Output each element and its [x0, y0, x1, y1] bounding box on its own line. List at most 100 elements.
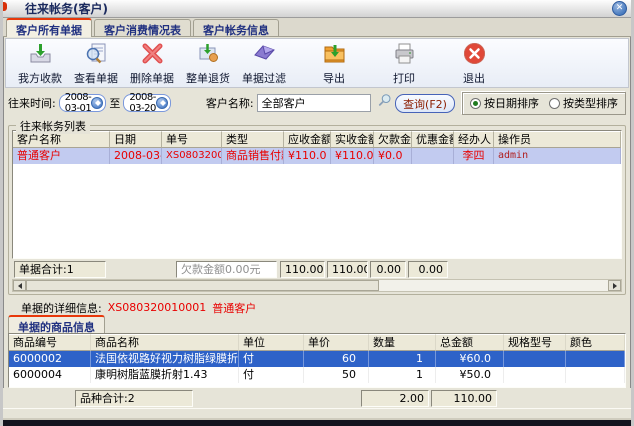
sort-by-date-label: 按日期排序	[484, 95, 539, 111]
col-header[interactable]: 类型	[222, 131, 284, 148]
products-table: 商品编号 商品名称 单位 单价 数量 总金额 规格型号 颜色 6000002 法…	[8, 333, 626, 388]
table-row[interactable]: 6000004 康明树脂蓝膜折射1.43 付 50 1 ¥50.0	[9, 367, 625, 383]
view-document-icon	[84, 41, 109, 69]
cell-unit-price: 50	[304, 367, 369, 383]
scrollbar-thumb[interactable]	[26, 280, 379, 291]
col-header[interactable]: 日期	[110, 131, 162, 148]
cell-unit: 付	[239, 351, 304, 367]
app-window: 往来帐务(客户) ✕ 客户所有单据 客户消费情况表 客户帐务信息 我方收款 查看…	[0, 0, 634, 426]
sort-by-date-radio[interactable]: 按日期排序	[470, 95, 539, 111]
scroll-right-arrow-icon[interactable]	[608, 280, 621, 291]
col-header[interactable]: 总金额	[436, 334, 504, 351]
col-header[interactable]: 应收金额	[284, 131, 331, 148]
col-header[interactable]: 单位	[239, 334, 304, 351]
col-header[interactable]: 规格型号	[504, 334, 566, 351]
toolbar-label: 退出	[463, 70, 485, 86]
cell-type: 商品销售付款	[222, 148, 284, 164]
toolbar-label: 我方收款	[18, 70, 62, 86]
tab-customer-consumption[interactable]: 客户消费情况表	[94, 19, 191, 36]
col-header[interactable]: 单价	[304, 334, 369, 351]
tab-customer-account-info[interactable]: 客户帐务信息	[193, 19, 279, 36]
products-table-empty-area	[9, 383, 625, 387]
date-from-field[interactable]: 2008-03-01	[59, 94, 107, 112]
tab-document-products[interactable]: 单据的商品信息	[8, 315, 105, 334]
filter-documents-icon	[252, 41, 277, 69]
toolbar-label: 整单退货	[186, 70, 230, 86]
total-quantity: 2.00	[361, 390, 429, 407]
col-header[interactable]: 商品名称	[91, 334, 239, 351]
exit-icon	[462, 41, 487, 69]
toolbar-label: 导出	[323, 70, 345, 86]
export-button[interactable]: 导出	[306, 41, 362, 86]
search-icon[interactable]	[377, 93, 392, 113]
time-range-label: 往来时间:	[8, 95, 56, 111]
table-row-selected[interactable]: 普通客户 2008-03-20 XS080320010001 商品销售付款 ¥1…	[13, 148, 621, 164]
receive-payment-button[interactable]: 我方收款	[12, 41, 68, 86]
toolbar-label: 单据过滤	[242, 70, 286, 86]
cell-unit: 付	[239, 367, 304, 383]
col-header[interactable]: 商品编号	[9, 334, 91, 351]
cell-discount	[412, 148, 454, 164]
doc-count-total: 单据合计:1	[14, 261, 106, 278]
return-goods-icon	[196, 41, 221, 69]
accounts-table-empty-area	[13, 164, 621, 258]
col-header[interactable]: 实收金额	[331, 131, 374, 148]
close-button[interactable]: ✕	[612, 1, 627, 16]
scrollbar-trough[interactable]	[379, 280, 608, 291]
debt-amount-text: 欠款金额0.00元	[176, 261, 277, 278]
tab-customer-documents[interactable]: 客户所有单据	[6, 18, 92, 37]
cell-spec	[504, 351, 566, 367]
cell-amount: ¥60.0	[436, 351, 504, 367]
view-document-button[interactable]: 查看单据	[68, 41, 124, 86]
sort-options-group: 按日期排序 按类型排序	[462, 92, 626, 115]
detail-tabstrip: 单据的商品信息	[3, 316, 631, 333]
toolbar: 我方收款 查看单据 删除单据 整单退货 单据过滤 导出 打印 退出	[5, 38, 629, 88]
radio-dot-icon	[549, 98, 560, 109]
receive-payment-icon	[28, 41, 53, 69]
detail-doc-no: XS080320010001	[108, 301, 207, 314]
filter-documents-button[interactable]: 单据过滤	[236, 41, 292, 86]
table-row-selected[interactable]: 6000002 法国依视路好视力树脂绿膜折射1.5 付 60 1 ¥60.0	[9, 351, 625, 367]
col-header[interactable]: 欠款金额	[374, 131, 412, 148]
date-from-value: 2008-03-01	[65, 92, 92, 114]
scroll-left-arrow-icon[interactable]	[13, 280, 26, 291]
cell-spec	[504, 367, 566, 383]
toolbar-label: 删除单据	[130, 70, 174, 86]
total-owed: 0.00	[370, 261, 406, 278]
date-spinner-icon[interactable]	[91, 97, 103, 109]
col-header[interactable]: 优惠金额	[412, 131, 454, 148]
cell-product-name: 法国依视路好视力树脂绿膜折射1.5	[91, 351, 239, 367]
col-header[interactable]: 经办人	[454, 131, 494, 148]
skin-decoration	[0, 2, 7, 11]
accounts-header-row: 客户名称 日期 单号 类型 应收金额 实收金额 欠款金额 优惠金额 经办人 操作…	[13, 131, 621, 148]
cell-product-name: 康明树脂蓝膜折射1.43	[91, 367, 239, 383]
query-button[interactable]: 查询(F2)	[395, 94, 455, 113]
filter-bar: 往来时间: 2008-03-01 至 2008-03-20 客户名称: 查询(F…	[3, 89, 631, 117]
radio-dot-icon	[470, 98, 481, 109]
products-summary-strip: 品种合计:2 2.00 110.00	[3, 388, 631, 408]
col-header[interactable]: 数量	[369, 334, 436, 351]
accounts-group-title: 往来帐务列表	[16, 118, 90, 134]
return-goods-button[interactable]: 整单退货	[180, 41, 236, 86]
window-shadow-band	[3, 420, 631, 426]
cell-product-code: 6000002	[9, 351, 91, 367]
detail-customer: 普通客户	[212, 300, 256, 316]
accounts-summary-strip: 单据合计:1 欠款金额0.00元 110.00 110.00 0.00 0.00	[9, 259, 625, 279]
window-bottom-edge	[3, 408, 631, 420]
main-tabstrip: 客户所有单据 客户消费情况表 客户帐务信息	[3, 18, 631, 37]
cell-handler: 李四	[454, 148, 494, 164]
col-header[interactable]: 单号	[162, 131, 222, 148]
toolbar-label: 查看单据	[74, 70, 118, 86]
horizontal-scrollbar[interactable]	[12, 279, 622, 292]
sort-by-type-radio[interactable]: 按类型排序	[549, 95, 618, 111]
exit-button[interactable]: 退出	[446, 41, 502, 86]
col-header[interactable]: 操作员	[494, 131, 621, 148]
cell-received: ¥110.0	[331, 148, 374, 164]
customer-name-input[interactable]	[257, 94, 371, 112]
delete-document-button[interactable]: 删除单据	[124, 41, 180, 86]
col-header[interactable]: 颜色	[566, 334, 625, 351]
date-spinner-icon[interactable]	[156, 97, 168, 109]
date-to-field[interactable]: 2008-03-20	[123, 94, 171, 112]
cell-operator: admin	[494, 148, 621, 164]
print-button[interactable]: 打印	[376, 41, 432, 86]
